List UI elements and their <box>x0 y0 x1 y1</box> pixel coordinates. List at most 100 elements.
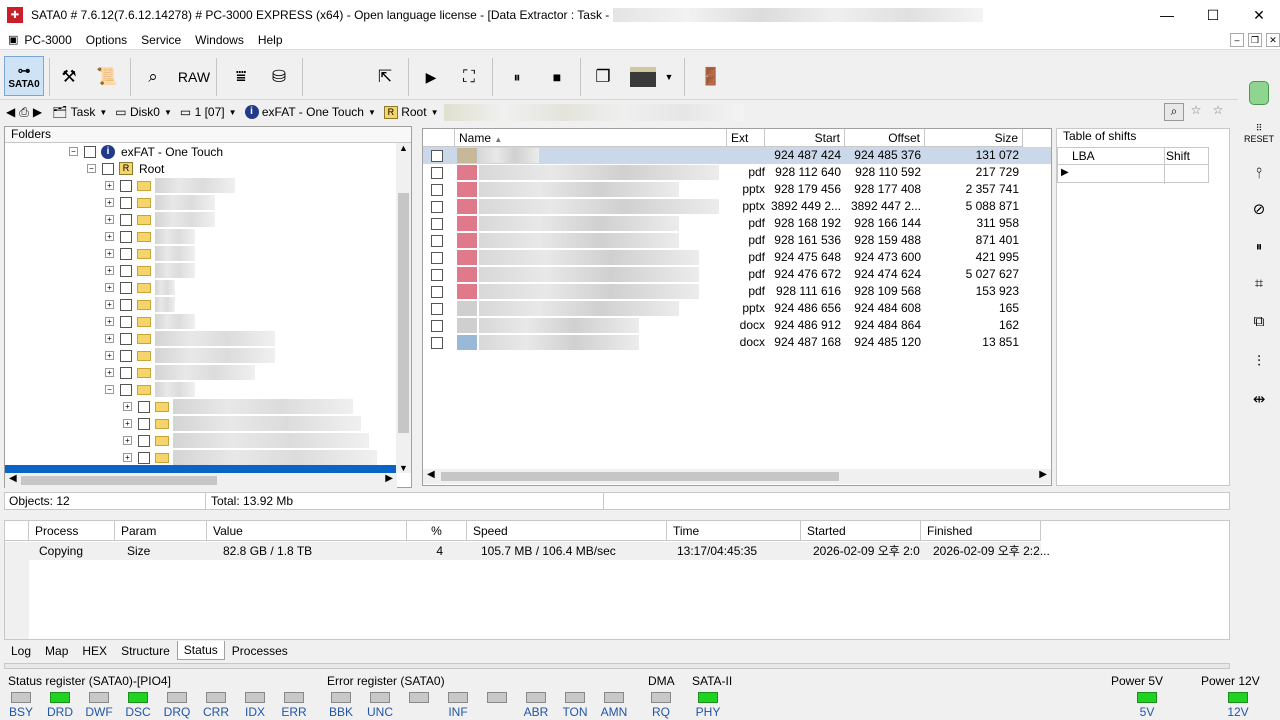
task-breadcrumb[interactable]: 🗂 Task ▼ <box>52 105 107 119</box>
scroll-thumb[interactable] <box>21 476 217 485</box>
scroll-right-icon[interactable]: ▶ <box>385 473 393 484</box>
menu-options[interactable]: Options <box>86 33 127 47</box>
close-button[interactable]: ✕ <box>1236 0 1280 30</box>
folder-checkbox[interactable] <box>120 366 132 379</box>
size-column-header[interactable]: Size <box>925 129 1023 147</box>
folder-checkbox[interactable] <box>120 332 132 345</box>
folder-checkbox[interactable] <box>120 213 132 226</box>
folder-checkbox[interactable] <box>120 247 132 260</box>
exit-icon[interactable]: 🚪 <box>694 60 728 94</box>
chart-icon[interactable]: ⫯ <box>1244 158 1274 188</box>
sector-icon[interactable]: ⌗ <box>1244 268 1274 298</box>
tree-folder-node[interactable]: + <box>105 364 255 381</box>
started-column-header[interactable]: Started <box>801 521 921 541</box>
root-breadcrumb[interactable]: R Root ▼ <box>383 105 438 119</box>
expand-icon[interactable]: + <box>105 198 114 207</box>
row-checkbox[interactable] <box>431 184 443 196</box>
folder-checkbox[interactable] <box>138 434 150 447</box>
table-row[interactable]: pdf 928 168 192 928 166 144 311 958 <box>423 215 1051 232</box>
table-row[interactable]: docx 924 487 168 924 485 120 13 851 <box>423 334 1051 351</box>
star-add-icon[interactable]: ☆ <box>1186 103 1206 121</box>
print-icon[interactable]: ⎙ <box>19 105 29 120</box>
scroll-left-icon[interactable]: ◀ <box>9 473 17 484</box>
start-column-header[interactable]: Start <box>765 129 845 147</box>
value-column-header[interactable]: Value <box>207 521 407 541</box>
folder-checkbox[interactable] <box>138 417 150 430</box>
expand-icon[interactable]: + <box>105 283 114 292</box>
read-zero-icon[interactable]: ⊘ <box>1244 194 1274 224</box>
table-row[interactable]: pdf 928 161 536 928 159 488 871 401 <box>423 232 1051 249</box>
collapse-icon[interactable]: − <box>69 147 78 156</box>
row-checkbox[interactable] <box>431 286 443 298</box>
expand-icon[interactable]: + <box>105 368 114 377</box>
table-row[interactable]: pptx 3892 449 2... 3892 447 2... 5 088 871 <box>423 198 1051 215</box>
ext-column-header[interactable]: Ext <box>727 129 765 147</box>
menu-help[interactable]: Help <box>258 33 283 47</box>
folder-checkbox[interactable] <box>120 298 132 311</box>
minimize-button[interactable]: — <box>1144 0 1190 30</box>
table-row[interactable]: docx 924 486 912 924 484 864 162 <box>423 317 1051 334</box>
row-checkbox[interactable] <box>431 235 443 247</box>
expand-icon[interactable]: + <box>105 215 114 224</box>
table-row[interactable]: 924 487 424 924 485 376 131 072 <box>423 147 1051 164</box>
scan-icon[interactable]: ⩸ <box>224 60 258 94</box>
folder-checkbox[interactable] <box>138 451 150 464</box>
binoculars-icon[interactable]: ⌕ <box>136 60 170 94</box>
windows-icon[interactable]: ❐ <box>586 60 620 94</box>
tree-folder-node[interactable]: + <box>105 262 195 279</box>
row-checkbox[interactable] <box>431 303 443 315</box>
scroll-thumb[interactable] <box>398 193 409 433</box>
disk-breadcrumb[interactable]: ▭ Disk0 ▼ <box>115 105 172 119</box>
log-icon[interactable]: 📜 <box>90 60 124 94</box>
table-row[interactable]: pdf 924 475 648 924 473 600 421 995 <box>423 249 1051 266</box>
screen-icon[interactable] <box>628 60 658 94</box>
table-row[interactable]: pptx 928 179 456 928 177 408 2 357 741 <box>423 181 1051 198</box>
shifts-row[interactable]: ▶ <box>1057 165 1209 183</box>
mdi-minimize-button[interactable]: – <box>1230 33 1244 47</box>
tree-subfolder-node[interactable]: + <box>123 398 353 415</box>
tree-subfolder-node[interactable]: + <box>123 432 369 449</box>
tabs-scrollbar[interactable] <box>4 663 1230 669</box>
expand-icon[interactable]: + <box>105 300 114 309</box>
folder-checkbox[interactable] <box>120 264 132 277</box>
play-icon[interactable]: ▶ <box>414 60 448 94</box>
folder-checkbox[interactable] <box>120 179 132 192</box>
collapse-icon[interactable]: − <box>105 385 114 394</box>
tab-log[interactable]: Log <box>4 641 38 660</box>
row-checkbox[interactable] <box>431 218 443 230</box>
shift-column-header[interactable]: Shift <box>1166 149 1190 163</box>
volume-breadcrumb[interactable]: i exFAT - One Touch ▼ <box>244 105 376 119</box>
search-icon[interactable]: ⌕ <box>1164 103 1184 121</box>
mdi-close-button[interactable]: ✕ <box>1266 33 1280 47</box>
table-row[interactable]: pdf 928 111 616 928 109 568 153 923 <box>423 283 1051 300</box>
export-icon[interactable]: ⇱ <box>368 60 402 94</box>
tree-folder-node[interactable]: + <box>105 330 275 347</box>
row-checkbox[interactable] <box>431 269 443 281</box>
collapse-icon[interactable]: − <box>87 164 96 173</box>
folder-checkbox[interactable] <box>120 315 132 328</box>
folder-checkbox[interactable] <box>120 281 132 294</box>
tree-folder-node[interactable]: + <box>105 347 275 364</box>
reset-icon[interactable]: ⠿ RESET <box>1244 118 1274 148</box>
table-row[interactable]: pptx 924 486 656 924 484 608 165 <box>423 300 1051 317</box>
tree-volume-node[interactable]: − i exFAT - One Touch <box>69 143 223 160</box>
forward-icon[interactable]: ▶ <box>33 105 42 119</box>
network-icon[interactable]: ⛶ <box>452 60 486 94</box>
stop-icon[interactable]: ■ <box>540 60 574 94</box>
table-row[interactable]: pdf 924 476 672 924 474 624 5 027 627 <box>423 266 1051 283</box>
raw-button[interactable]: RAW <box>176 60 212 94</box>
expand-icon[interactable]: + <box>105 266 114 275</box>
speed-column-header[interactable]: Speed <box>467 521 667 541</box>
root-checkbox[interactable] <box>102 162 114 175</box>
expand-icon[interactable]: + <box>105 351 114 360</box>
tree-subfolder-node[interactable]: + <box>123 449 377 466</box>
folder-checkbox[interactable] <box>120 230 132 243</box>
tree-folder-node[interactable]: + <box>105 177 235 194</box>
screen-dropdown-icon[interactable]: ▼ <box>660 60 678 94</box>
tree-folder-node[interactable]: + <box>105 279 175 296</box>
row-checkbox[interactable] <box>431 201 443 213</box>
tree-folder-node[interactable]: − <box>105 381 195 398</box>
tree-folder-node[interactable]: + <box>105 211 215 228</box>
partition-breadcrumb[interactable]: ▭ 1 [07] ▼ <box>180 105 237 119</box>
sata0-button[interactable]: ⊶ SATA0 <box>4 56 44 96</box>
